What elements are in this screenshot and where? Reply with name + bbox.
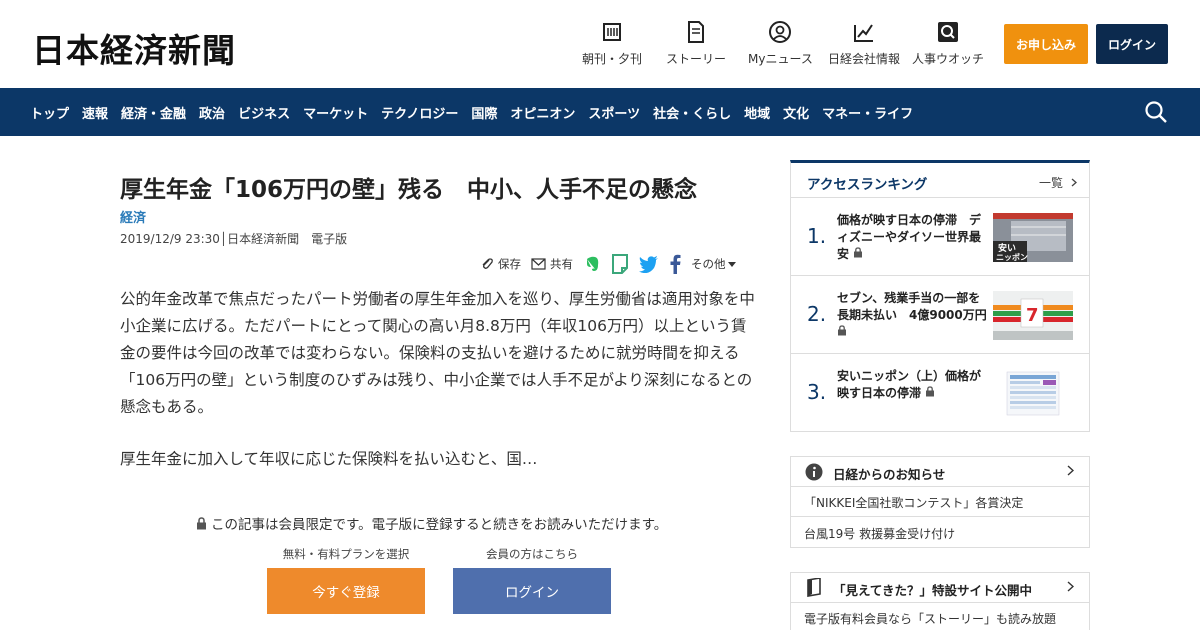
ranking-text: 安いニッポン（上）価格が映す日本の停滞 [837, 369, 982, 400]
story-title: 「見えてきた？」特設サイト公開中 [833, 583, 1033, 598]
nav-label: 日経会社情報 [828, 52, 901, 66]
save-label: 保存 [498, 257, 521, 271]
navbar-list: トップ 速報 経済・金融 政治 ビジネス マーケット テクノロジー 国際 オピニ… [30, 88, 926, 136]
nav-label: Myニュース [748, 52, 813, 66]
lock-icon [197, 516, 206, 529]
nav-morning-evening[interactable]: 朝刊・夕刊 [582, 20, 642, 67]
svg-text:7: 7 [1026, 305, 1039, 326]
document-icon [685, 20, 707, 44]
thumbnail-image: 安い ニッポン [993, 213, 1073, 262]
caret-down-icon [727, 261, 736, 267]
nav-my-news[interactable]: Myニュース [748, 20, 813, 67]
facebook-icon[interactable] [669, 254, 681, 274]
magnifier-icon [937, 20, 959, 44]
ranking-item[interactable]: 2. セブン、残業手当の一部を長期未払い 4億9000万円 7 [791, 275, 1089, 353]
subscribe-button[interactable]: お申し込み [1004, 24, 1088, 64]
ranking-number: 3. [807, 380, 827, 404]
access-ranking: アクセスランキング 一覧 1. 価格が映す日本の停滞 ディズニーやダイソー世界最… [790, 160, 1090, 432]
ranking-text-wrap: 価格が映す日本の停滞 ディズニーやダイソー世界最安 [837, 212, 987, 263]
user-icon [769, 20, 792, 44]
ranking-item[interactable]: 3. 安いニッポン（上）価格が映す日本の停滞 [791, 353, 1089, 431]
nav-story[interactable]: ストーリー [666, 20, 726, 67]
register-caption: 無料・有料プランを選択 [282, 547, 410, 561]
nav-item[interactable]: 速報 [82, 103, 108, 122]
ranking-text: セブン、残業手当の一部を長期未払い 4億9000万円 [837, 291, 987, 322]
site-logo[interactable]: 日本経済新聞 [32, 24, 236, 72]
nav-item[interactable]: オピニオン [510, 103, 575, 122]
memo-icon[interactable] [611, 254, 629, 274]
article-meta: 2019/12/9 23:30│日本経済新聞 電子版 [120, 232, 348, 246]
more-share-dropdown[interactable]: その他 [691, 256, 736, 272]
nav-item[interactable]: 地域 [744, 103, 770, 122]
share-button[interactable]: 共有 [531, 256, 573, 272]
more-label: その他 [691, 257, 726, 271]
notice-item[interactable]: 「NIKKEI全国社歌コンテスト」各賞決定 [791, 487, 1089, 517]
nav-item[interactable]: トップ [30, 103, 69, 122]
register-now-button[interactable]: 今すぐ登録 [267, 568, 425, 614]
login-caption: 会員の方はこちら [486, 547, 578, 561]
nav-item[interactable]: 社会・くらし [653, 103, 731, 122]
article-body-paragraph: 公的年金改革で焦点だったパート労働者の厚生年金加入を巡り、厚生労働省は適用対象を… [120, 290, 755, 416]
story-promo-box: 「見えてきた？」特設サイト公開中 電子版有料会員なら「ストーリー」も読み放題 [790, 572, 1090, 630]
nav-item[interactable]: 政治 [199, 103, 225, 122]
lock-icon [838, 325, 846, 336]
article-body-paragraph: 厚生年金に加入して年収に応じた保険料を払い込むと、国… [120, 450, 538, 468]
thumbnail-image: 7 [993, 291, 1073, 340]
search-icon[interactable] [1144, 100, 1168, 124]
site-header: 日本経済新聞 朝刊・夕刊 ストーリー Myニュース 日経会社情報 人事ウオッチ … [0, 0, 1200, 88]
story-header[interactable]: 「見えてきた？」特設サイト公開中 [791, 573, 1089, 603]
info-icon [805, 463, 823, 481]
nav-label: ストーリー [666, 52, 727, 66]
ranking-text-wrap: セブン、残業手当の一部を長期未払い 4億9000万円 [837, 290, 987, 341]
chevron-right-icon [1067, 465, 1074, 476]
nav-item[interactable]: 国際 [471, 103, 497, 122]
story-text[interactable]: 電子版有料会員なら「ストーリー」も読み放題 [804, 610, 1056, 627]
nikkei-notice-box: 日経からのお知らせ 「NIKKEI全国社歌コンテスト」各賞決定 台風19号 救援… [790, 456, 1090, 548]
thumbnail-image [993, 369, 1073, 418]
share-label: 共有 [550, 257, 573, 271]
notice-title: 日経からのお知らせ [833, 467, 946, 482]
twitter-icon[interactable] [639, 255, 659, 273]
ranking-item[interactable]: 1. 価格が映す日本の停滞 ディズニーやダイソー世界最安 安い ニッポン [791, 197, 1089, 275]
nav-personnel-watch[interactable]: 人事ウオッチ [912, 20, 984, 67]
paperclip-icon [482, 258, 493, 269]
newspaper-icon [601, 20, 623, 44]
ranking-number: 2. [807, 302, 827, 326]
nav-label: 人事ウオッチ [912, 52, 985, 66]
ranking-more-label: 一覧 [1039, 176, 1064, 190]
nav-item[interactable]: 経済・金融 [121, 103, 186, 122]
article-category[interactable]: 経済 [120, 207, 146, 226]
ranking-text-wrap: 安いニッポン（上）価格が映す日本の停滞 [837, 368, 987, 402]
member-only-text: この記事は会員限定です。電子版に登録すると続きをお読みいただけます。 [211, 517, 668, 533]
svg-text:ニッポン: ニッポン [996, 252, 1028, 262]
share-bar: 保存 共有 その他 [480, 254, 746, 274]
nav-item[interactable]: マネー・ライフ [822, 103, 913, 122]
save-button[interactable]: 保存 [480, 256, 521, 272]
chart-icon [853, 20, 875, 44]
evernote-icon[interactable] [583, 255, 601, 273]
nav-item[interactable]: テクノロジー [381, 103, 458, 122]
ranking-number: 1. [807, 224, 827, 248]
nav-item[interactable]: 文化 [783, 103, 809, 122]
lock-icon [854, 247, 863, 258]
lock-icon [926, 386, 935, 397]
chevron-right-icon [1067, 581, 1074, 592]
notice-header[interactable]: 日経からのお知らせ [791, 457, 1089, 487]
ranking-more-link[interactable]: 一覧 [1039, 174, 1077, 191]
nav-label: 朝刊・夕刊 [582, 52, 643, 66]
notice-item[interactable]: 台風19号 救援募金受け付け [791, 518, 1089, 548]
article-title: 厚生年金「106万円の壁」残る 中小、人手不足の懸念 [120, 177, 698, 203]
bookmark-icon [807, 578, 821, 597]
ranking-title: アクセスランキング [807, 177, 928, 193]
login-button[interactable]: ログイン [1096, 24, 1168, 64]
member-only-notice: この記事は会員限定です。電子版に登録すると続きをお読みいただけます。 [196, 513, 667, 533]
main-navbar: トップ 速報 経済・金融 政治 ビジネス マーケット テクノロジー 国際 オピニ… [0, 88, 1200, 136]
nav-item[interactable]: ビジネス [238, 103, 290, 122]
nav-item[interactable]: スポーツ [588, 103, 640, 122]
nav-item[interactable]: マーケット [303, 103, 368, 122]
nav-company-info[interactable]: 日経会社情報 [828, 20, 900, 67]
mail-icon [531, 258, 546, 270]
member-login-button[interactable]: ログイン [453, 568, 611, 614]
chevron-right-icon [1071, 178, 1077, 187]
